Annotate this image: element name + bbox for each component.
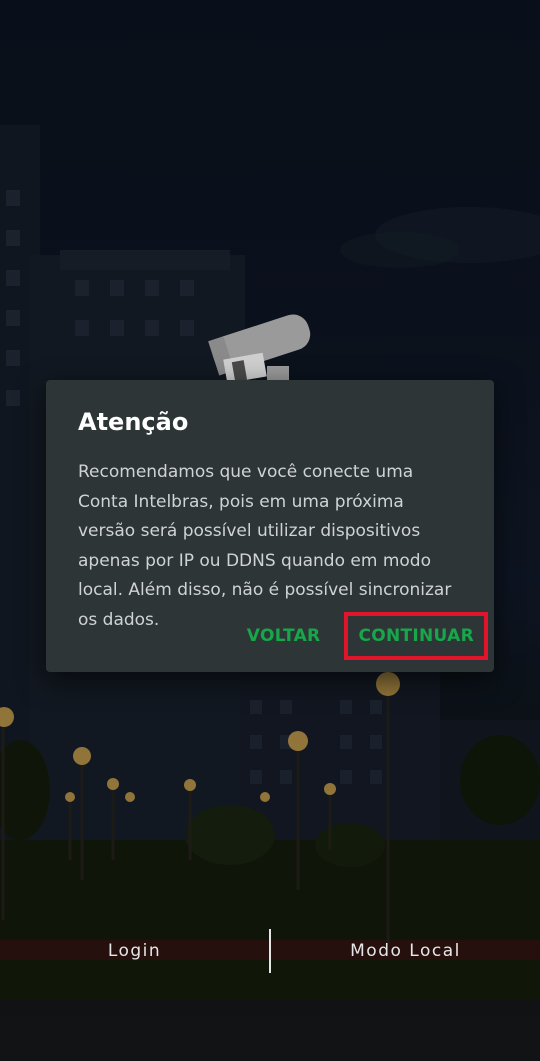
attention-dialog: Atenção Recomendamos que você conecte um… (46, 380, 494, 672)
app-screen: Atenção Recomendamos que você conecte um… (0, 0, 540, 1061)
back-button[interactable]: VOLTAR (241, 616, 327, 656)
login-button[interactable]: Login (0, 941, 269, 961)
security-camera-icon (208, 314, 311, 384)
continue-button[interactable]: CONTINUAR (344, 612, 488, 660)
dialog-message: Recomendamos que você conecte uma Conta … (78, 462, 452, 630)
dialog-actions: VOLTAR CONTINUAR (241, 612, 488, 660)
bottom-navigation: Login Modo Local (0, 928, 540, 974)
dialog-title: Atenção (78, 408, 189, 436)
local-mode-button[interactable]: Modo Local (271, 941, 540, 961)
